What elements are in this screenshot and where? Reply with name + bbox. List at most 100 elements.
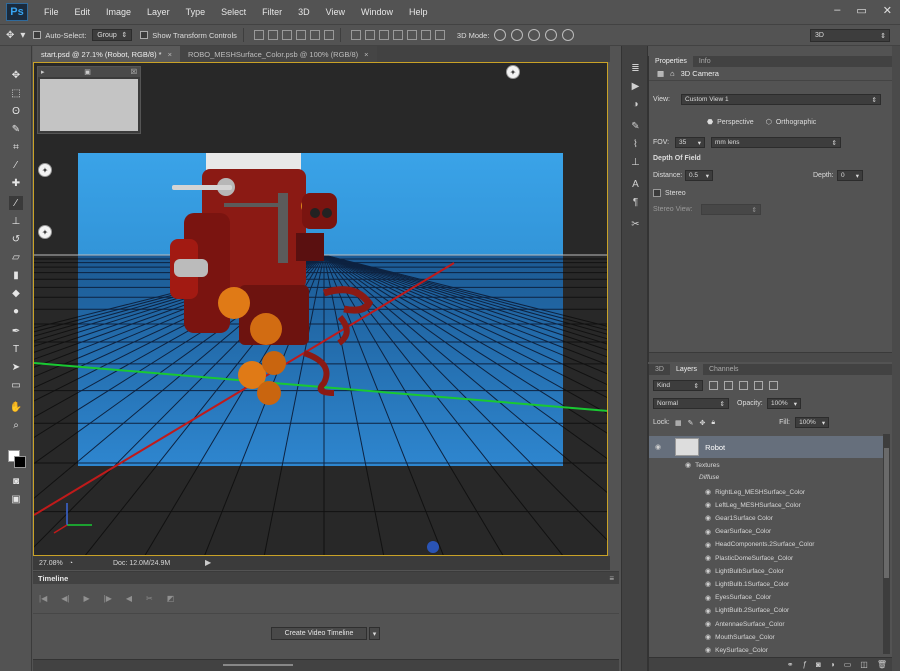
auto-select-mode[interactable]: Group ⇕ [92, 29, 133, 41]
light-bulb-icon[interactable]: ✦ [506, 65, 520, 79]
timeline-zoom-slider[interactable] [223, 664, 293, 666]
eye-icon[interactable]: ◉ [705, 514, 711, 522]
menu-select[interactable]: Select [213, 7, 254, 17]
eraser-tool-icon[interactable]: ▱ [9, 250, 23, 264]
eye-icon[interactable]: ◉ [705, 554, 711, 562]
texture-item[interactable]: ◉ MouthSurface_Color [705, 633, 775, 642]
status-menu-icon[interactable]: ▶ [205, 558, 211, 567]
smart-object-filter-icon[interactable] [769, 381, 778, 390]
prev-frame-icon[interactable]: ◀| [61, 594, 69, 603]
light-marker[interactable] [427, 541, 439, 553]
color-icon[interactable]: ◑ [629, 98, 642, 111]
orthographic-label[interactable]: Orthographic [776, 119, 816, 126]
new-layer-icon[interactable]: ◫ [860, 660, 868, 669]
next-frame-icon[interactable]: |▶ [104, 594, 112, 603]
texture-item[interactable]: ◉ RightLeg_MESHSurface_Color [705, 488, 805, 497]
camera-icon[interactable]: ⌂ [670, 69, 675, 78]
align-top-icon[interactable] [253, 30, 264, 40]
shape-filter-icon[interactable] [754, 381, 763, 390]
brush-tool-icon[interactable]: ∕ [9, 196, 23, 210]
light-bulb-icon[interactable]: ✦ [38, 225, 52, 239]
history-icon[interactable]: ≣ [629, 62, 642, 75]
3d-scene[interactable] [34, 63, 608, 556]
split-icon[interactable]: ✂ [146, 594, 153, 603]
tab-start-psd[interactable]: start.psd @ 27.1% (Robot, RGB/8) * × [33, 46, 180, 62]
menu-help[interactable]: Help [401, 7, 436, 17]
adjustment-layer-icon[interactable]: ◑ [830, 660, 835, 669]
texture-item[interactable]: ◉ LeftLeg_MESHSurface_Color [705, 501, 801, 510]
distribute-left-icon[interactable] [392, 30, 403, 40]
new-group-icon[interactable]: ▭ [844, 660, 852, 669]
distance-input[interactable]: 0.5 ▾ [685, 170, 713, 181]
opacity-input[interactable]: 100% ▾ [767, 398, 801, 409]
texture-item[interactable]: ◉ LightBulbSurface_Color [705, 567, 784, 576]
lasso-tool-icon[interactable]: ʘ [9, 104, 23, 118]
move-tool-icon[interactable]: ✥ [9, 68, 23, 82]
eye-icon[interactable]: ◉ [705, 594, 711, 602]
auto-select-checkbox[interactable] [33, 31, 42, 39]
timeline-title[interactable]: Timeline [38, 574, 68, 583]
marquee-tool-icon[interactable]: ⬚ [9, 86, 23, 100]
link-layers-icon[interactable]: ⚭ [787, 660, 794, 669]
layers-scroll-thumb[interactable] [884, 448, 889, 578]
type-filter-icon[interactable] [739, 381, 748, 390]
canvas-area[interactable]: ▸ ▣ ☒ ✦ ✦ ✦ [33, 62, 608, 556]
zoom-level[interactable]: 27.08% [33, 560, 69, 567]
tool-presets-icon[interactable]: ✂ [629, 218, 642, 231]
go-first-frame-icon[interactable]: |◀ [39, 594, 47, 603]
eye-icon[interactable]: ◉ [705, 580, 711, 588]
tab-robo-mesh[interactable]: ROBO_MESHSurface_Color.psb @ 100% (RGB/8… [179, 46, 377, 62]
texture-item[interactable]: ◉ AntennaeSurface_Color [705, 620, 785, 629]
scale-icon[interactable] [562, 29, 575, 41]
texture-item[interactable]: ◉ Gear1Surface Color [705, 514, 773, 523]
menu-type[interactable]: Type [178, 7, 214, 17]
textures-group[interactable]: ◉ Textures [685, 461, 720, 470]
close-icon[interactable]: × [364, 50, 368, 59]
shape-tool-icon[interactable]: ▭ [9, 378, 23, 392]
close-icon[interactable]: × [168, 50, 172, 59]
navigator-close-icon[interactable]: ☒ [131, 68, 137, 76]
pen-tool-icon[interactable]: ✒ [9, 324, 23, 338]
tab-info[interactable]: Info [693, 56, 717, 67]
clone-source-icon[interactable]: ⊥ [629, 156, 642, 169]
hand-tool-icon[interactable]: ✋ [9, 400, 23, 414]
eyedropper-tool-icon[interactable]: ⁄ [9, 158, 23, 172]
chevron-down-icon[interactable]: ▾ [369, 627, 380, 640]
quick-mask-icon[interactable]: ◙ [9, 474, 23, 488]
eye-icon[interactable]: ◉ [685, 461, 691, 469]
layer-robot[interactable]: ◉ Robot [649, 436, 885, 458]
quick-select-tool-icon[interactable]: ✎ [9, 122, 23, 136]
audio-icon[interactable]: ◀ [126, 594, 132, 603]
depth-input[interactable]: 0 ▾ [837, 170, 863, 181]
minimize-icon[interactable]: – [834, 4, 840, 17]
menu-file[interactable]: File [36, 7, 67, 17]
type-tool-icon[interactable]: T [9, 342, 23, 356]
crop-tool-icon[interactable]: ⌗ [9, 140, 23, 154]
align-right-icon[interactable] [323, 30, 334, 40]
align-vcenter-icon[interactable] [267, 30, 278, 40]
panel-scrollbar[interactable] [892, 46, 900, 671]
light-bulb-icon[interactable]: ✦ [38, 163, 52, 177]
layer-style-icon[interactable]: ƒ [803, 660, 807, 669]
eye-icon[interactable]: ◉ [705, 488, 711, 496]
trash-icon[interactable]: 🗑︎ [877, 660, 887, 669]
distribute-hcenter-icon[interactable] [406, 30, 417, 40]
pixel-filter-icon[interactable] [709, 381, 718, 390]
maximize-icon[interactable]: ▭ [856, 4, 866, 17]
menu-layer[interactable]: Layer [139, 7, 178, 17]
close-icon[interactable]: ✕ [883, 4, 892, 17]
brush-presets-icon[interactable]: ⌇ [629, 138, 642, 151]
eye-icon[interactable]: ◉ [705, 567, 711, 575]
texture-item[interactable]: ◉ GearSurface_Color [705, 528, 771, 536]
tab-properties[interactable]: Properties [649, 56, 693, 67]
eye-icon[interactable]: ◉ [705, 541, 711, 549]
gradient-tool-icon[interactable]: ▮ [9, 268, 23, 282]
perspective-icon[interactable]: ⬣ [707, 118, 713, 126]
zoom-tool-icon[interactable]: ⌕ [9, 418, 23, 432]
screen-mode-icon[interactable]: ▣ [9, 492, 23, 506]
path-select-tool-icon[interactable]: ➤ [9, 360, 23, 374]
blur-tool-icon[interactable]: ◆ [9, 286, 23, 300]
orthographic-icon[interactable]: ⬡ [766, 118, 772, 126]
eye-icon[interactable]: ◉ [705, 633, 711, 641]
orbit-icon[interactable] [494, 29, 507, 41]
